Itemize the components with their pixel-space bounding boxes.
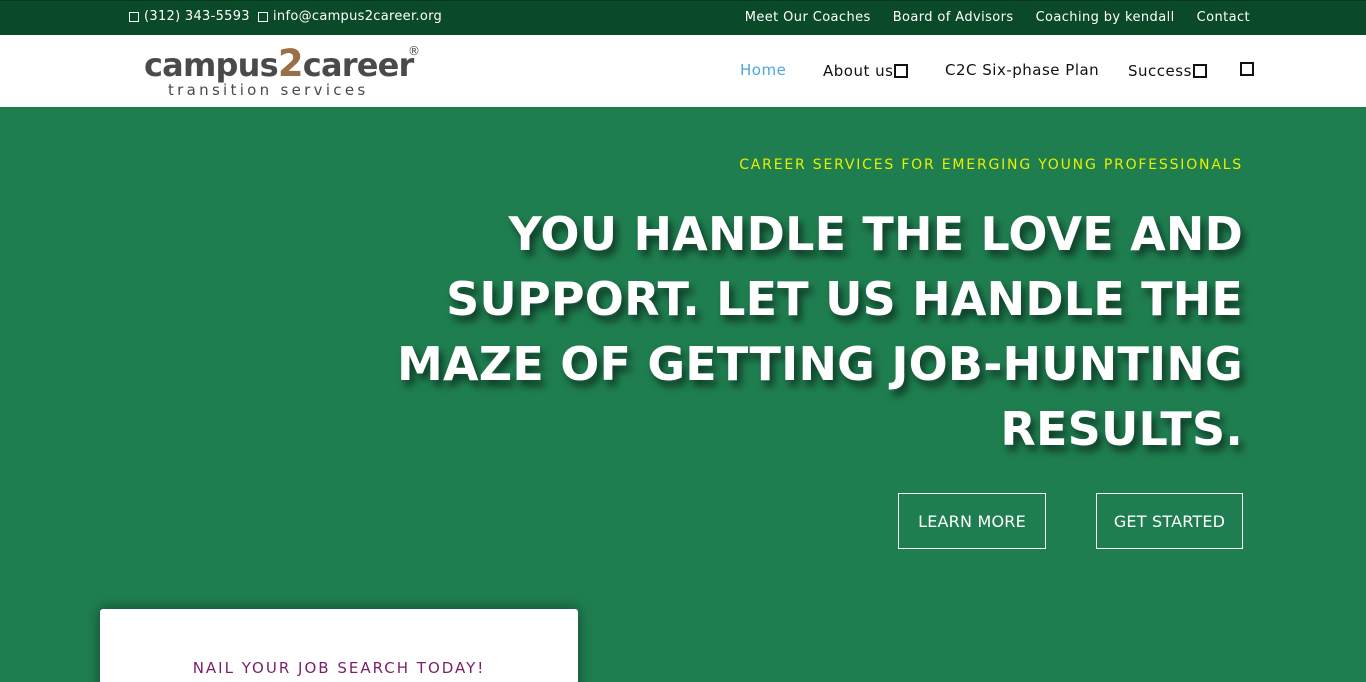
nav-about-us[interactable]: About us xyxy=(823,62,909,80)
nav-success[interactable]: Success xyxy=(1128,62,1207,80)
hero-subtitle: CAREER SERVICES FOR EMERGING YOUNG PROFE… xyxy=(739,157,1243,173)
learn-more-button[interactable]: LEARN MORE xyxy=(898,493,1046,549)
search-icon xyxy=(1240,62,1254,76)
phone-number[interactable]: (312) 343-5593 xyxy=(144,9,250,24)
email-contact[interactable]: info@campus2career.org xyxy=(258,9,442,24)
top-link-contact[interactable]: Contact xyxy=(1197,10,1250,25)
top-link-meet-our-coaches[interactable]: Meet Our Coaches xyxy=(745,10,871,25)
top-links: Meet Our Coaches Board of Advisors Coach… xyxy=(745,10,1250,25)
dropdown-icon xyxy=(1192,64,1207,78)
hero-title: YOU HANDLE THE LOVE AND SUPPORT. LET US … xyxy=(397,207,1243,456)
phone-icon xyxy=(129,12,139,22)
nav-success-label: Success xyxy=(1128,62,1192,80)
logo-registered-mark: ® xyxy=(408,44,420,58)
nav-plan-label: C2C Six-phase Plan xyxy=(945,61,1100,79)
email-icon xyxy=(258,12,268,22)
email-address[interactable]: info@campus2career.org xyxy=(273,9,442,24)
card-title: NAIL YOUR JOB SEARCH TODAY! xyxy=(192,659,486,677)
nav-home[interactable]: Home xyxy=(740,61,786,79)
dropdown-icon xyxy=(894,64,909,78)
nav-six-phase-plan[interactable]: C2C Six-phase Plan xyxy=(945,61,1099,79)
get-started-button[interactable]: GET STARTED xyxy=(1096,493,1243,549)
nav-home-label: Home xyxy=(740,61,787,79)
site-logo[interactable]: campus2career ® transition services xyxy=(144,42,424,102)
nav-about-label: About us xyxy=(823,62,894,80)
job-search-card: NAIL YOUR JOB SEARCH TODAY! xyxy=(100,609,578,682)
logo-tagline: transition services xyxy=(168,81,369,99)
top-link-board-of-advisors[interactable]: Board of Advisors xyxy=(893,10,1014,25)
top-link-coaching-by-kendall[interactable]: Coaching by kendall xyxy=(1036,10,1175,25)
logo-wordmark: campus2career xyxy=(144,42,414,85)
site-header: campus2career ® transition services Home… xyxy=(0,35,1366,107)
phone-contact[interactable]: (312) 343-5593 xyxy=(129,9,250,24)
nav-search-toggle[interactable] xyxy=(1239,62,1254,76)
top-bar: (312) 343-5593 info@campus2career.org Me… xyxy=(0,0,1366,35)
